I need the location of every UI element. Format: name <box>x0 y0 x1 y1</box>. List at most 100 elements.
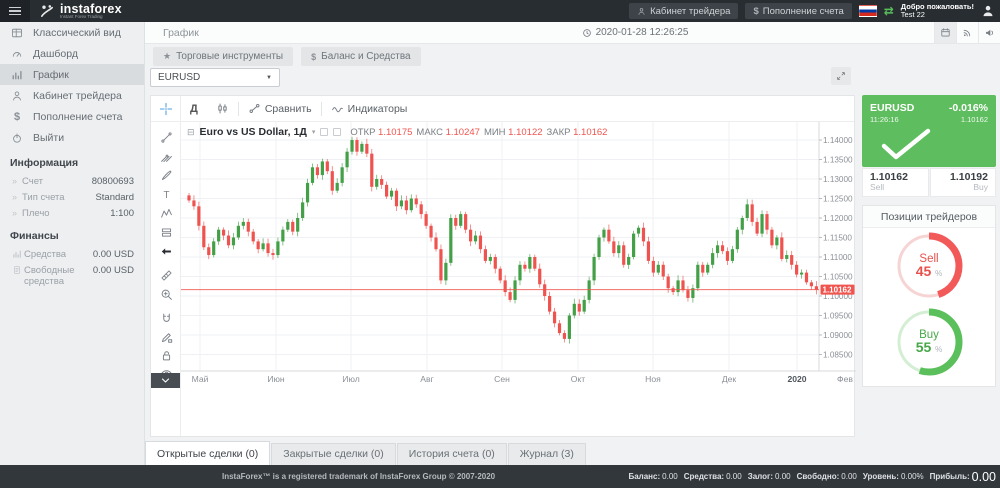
hamburger-menu-icon[interactable] <box>0 0 30 22</box>
pattern-tool-button[interactable] <box>151 204 181 222</box>
buy-button[interactable]: 1.10192 Buy <box>930 168 997 197</box>
brush-tool-button[interactable] <box>151 166 181 184</box>
calendar-icon <box>940 27 951 38</box>
gauge-icon <box>11 48 23 60</box>
sidebar-info-title: Информация <box>0 148 144 173</box>
wave-icon <box>331 102 344 115</box>
ruler-tool-button[interactable] <box>151 266 181 284</box>
quote-widget[interactable]: EURUSD -0.016% 11:26:16 1.10162 <box>862 95 996 167</box>
trader-cabinet-button[interactable]: Кабинет трейдера <box>629 3 738 19</box>
position-tool-button[interactable] <box>151 223 181 241</box>
trademark-text: InstaForex™ is a registered trademark of… <box>222 472 495 481</box>
tab-1[interactable]: Закрытые сделки (0) <box>271 443 395 465</box>
fullscreen-expand-button[interactable] <box>831 67 851 85</box>
sell-button[interactable]: 1.10162 Sell <box>862 168 929 197</box>
arrow-left-tool-button[interactable] <box>151 242 181 260</box>
status-bar: InstaForex™ is a registered trademark of… <box>0 465 1000 488</box>
ohlc-value: 1.10162 <box>570 127 607 138</box>
sidebar-item-2[interactable]: График <box>0 64 144 85</box>
sidebar-finance-title: Финансы <box>0 221 144 246</box>
indicators-button[interactable]: Индикаторы <box>322 96 417 122</box>
chart-panel: Д Сравнить Индикаторы T 1.14000 1.13500 1.… <box>150 95 855 437</box>
magnet-tool-button[interactable] <box>151 309 181 327</box>
deposit-button[interactable]: $ Пополнение счета <box>745 3 851 19</box>
tab-0[interactable]: Открытые сделки (0) <box>145 441 270 465</box>
compare-button[interactable]: Сравнить <box>239 96 321 122</box>
arrow-left-icon <box>160 245 173 258</box>
ohlc-label: ОТКР <box>350 127 375 138</box>
svg-text:Июн: Июн <box>267 374 285 384</box>
row-label: Свободные средства <box>24 265 93 287</box>
draw-lock-icon <box>160 331 173 344</box>
megaphone-button[interactable] <box>978 22 1000 43</box>
tab-2[interactable]: История счета (0) <box>397 443 507 465</box>
quote-change: -0.016% <box>949 102 988 114</box>
welcome-block: Добро пожаловать! Test 22 <box>901 3 974 20</box>
ohlc-value: 1.10247 <box>443 127 480 138</box>
crosshair-tool-button[interactable] <box>151 96 181 122</box>
legend-settings-icon[interactable] <box>333 128 341 136</box>
sidebar-item-5[interactable]: Выйти <box>0 127 144 148</box>
row-value: Standard <box>95 192 134 203</box>
sidebar-data-row: Средства0.00 USD <box>0 246 144 262</box>
megaphone-icon <box>984 27 995 38</box>
user-avatar-icon[interactable] <box>981 4 995 18</box>
person-icon <box>637 7 646 16</box>
svg-text:1.14000: 1.14000 <box>823 136 853 145</box>
symbol-select[interactable]: EURUSD ▼ <box>150 68 280 87</box>
collapse-icon[interactable]: ⊟ <box>187 127 195 138</box>
drawing-tools-column: T <box>151 122 181 436</box>
calendar-button[interactable] <box>934 22 956 43</box>
pitchfork-tool-button[interactable] <box>151 147 181 165</box>
magnet-icon <box>160 312 173 325</box>
text-tool-button[interactable]: T <box>151 185 181 203</box>
trading-instruments-button[interactable]: ★ Торговые инструменты <box>153 47 293 66</box>
svg-text:1.13000: 1.13000 <box>823 175 853 184</box>
ohlc-value: 1.10122 <box>506 127 543 138</box>
legend-settings-icon[interactable] <box>320 128 328 136</box>
metric: Баланс:0.00 <box>628 472 677 481</box>
text-icon: T <box>160 188 173 201</box>
position-icon <box>160 226 173 239</box>
ohlc-values: ОТКР 1.10175МАКС 1.10247МИН 1.10122ЗАКР … <box>346 126 607 138</box>
svg-text:Май: Май <box>192 374 209 384</box>
candlestick-chart[interactable]: 1.140001.135001.130001.125001.120001.115… <box>181 122 856 388</box>
trend-line-tool-button[interactable] <box>151 128 181 146</box>
balance-funds-button[interactable]: $ Баланс и Средства <box>301 47 421 66</box>
chevron-right-icon: » <box>12 208 22 218</box>
chevron-right-icon: » <box>12 192 22 202</box>
sidebar-item-0[interactable]: Классический вид <box>0 22 144 43</box>
draw-lock-tool-button[interactable] <box>151 328 181 346</box>
metric: Уровень:0.00% <box>863 472 924 481</box>
pattern-icon <box>160 207 173 220</box>
timeframe-button[interactable]: Д <box>181 96 207 122</box>
rss-button[interactable] <box>956 22 978 43</box>
sidebar-item-label: Классический вид <box>33 27 121 39</box>
sidebar-item-label: Выйти <box>33 132 64 144</box>
sidebar: Классический вид ДашбордГрафикКабинет тре… <box>0 22 145 465</box>
svg-text:2020: 2020 <box>787 374 806 384</box>
row-label: Плечо <box>22 208 92 219</box>
sidebar-item-1[interactable]: Дашборд <box>0 43 144 64</box>
svg-text:1.13500: 1.13500 <box>823 155 853 164</box>
tools-collapse-button[interactable] <box>151 373 180 388</box>
chart-type-button[interactable] <box>207 96 238 122</box>
brush-icon <box>160 169 173 182</box>
svg-text:1.10162: 1.10162 <box>823 285 852 294</box>
tab-3[interactable]: Журнал (3) <box>508 443 586 465</box>
zoom-in-tool-button[interactable] <box>151 285 181 303</box>
row-value: 0.00 USD <box>93 249 134 260</box>
sidebar-nav: Классический вид ДашбордГрафикКабинет тре… <box>0 22 144 148</box>
sidebar-item-4[interactable]: $Пополнение счета <box>0 106 144 127</box>
page-title: График <box>163 27 199 39</box>
bottom-tabs: Открытые сделки (0)Закрытые сделки (0)Ис… <box>145 443 587 465</box>
sidebar-item-3[interactable]: Кабинет трейдера <box>0 85 144 106</box>
metric: Средства:0.00 <box>684 472 742 481</box>
zoom-in-icon <box>160 288 173 301</box>
chevron-down-icon[interactable]: ▾ <box>312 128 316 136</box>
svg-text:Окт: Окт <box>571 374 586 384</box>
lock-tool-button[interactable] <box>151 346 181 364</box>
instaforex-logo-icon <box>39 3 55 19</box>
language-flag-russia[interactable] <box>859 5 877 17</box>
exchange-arrows-icon[interactable]: ⇄ <box>884 5 894 17</box>
